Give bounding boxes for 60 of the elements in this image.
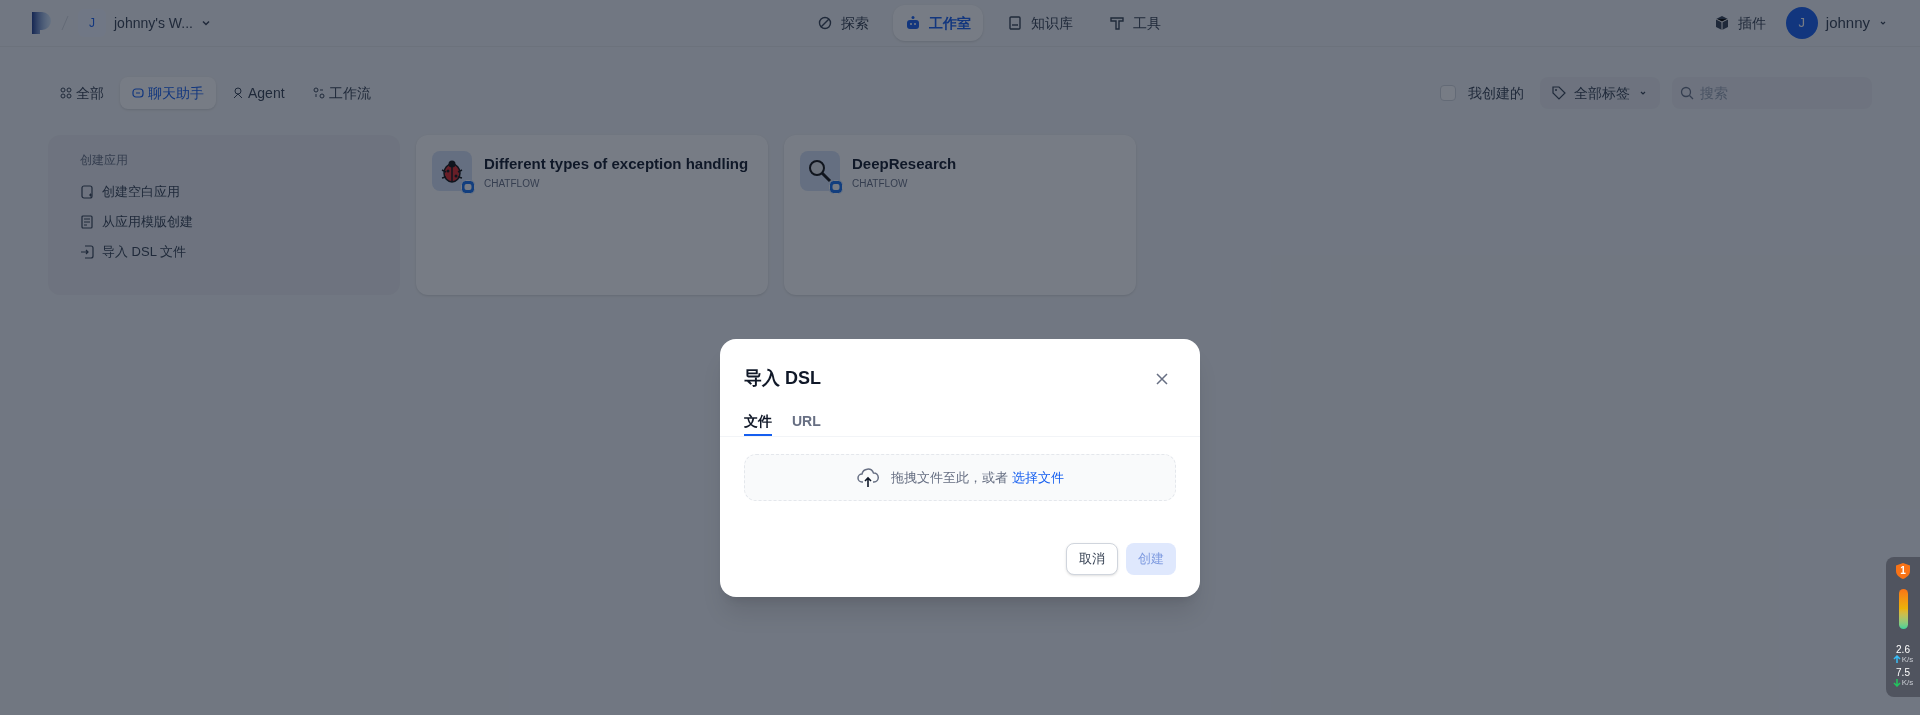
document-icon xyxy=(80,215,94,229)
book-icon xyxy=(1007,15,1023,31)
ladybug-icon xyxy=(439,158,465,184)
filter-tab[interactable]: 聊天助手 xyxy=(120,77,216,109)
user-avatar: J xyxy=(1785,7,1818,39)
nav-tab[interactable]: 工作室 xyxy=(893,5,983,41)
grid-icon xyxy=(60,87,72,99)
chevron-down-icon xyxy=(200,18,211,28)
chat-badge-icon xyxy=(829,180,843,194)
speed-value: 2.6 xyxy=(1896,645,1910,655)
dropzone-text: 拖拽文件至此，或者 xyxy=(890,468,1008,487)
checkbox-label: 我创建的 xyxy=(1468,83,1524,103)
gauge-bar xyxy=(1898,589,1908,629)
workspace-selector[interactable]: J johnny's W... xyxy=(78,9,211,37)
file-plus-icon xyxy=(80,185,94,199)
dialog-tab[interactable]: 文件 xyxy=(744,408,772,436)
nav-tab[interactable]: 知识库 xyxy=(995,5,1085,41)
file-dropzone[interactable]: 拖拽文件至此，或者 选择文件 xyxy=(744,454,1176,501)
app-mode: CHATFLOW xyxy=(484,176,541,191)
filter-tab[interactable]: Agent xyxy=(220,77,297,109)
upload-cloud-icon xyxy=(856,467,879,488)
filter-tab[interactable]: 全部 xyxy=(48,77,116,109)
choose-file-link[interactable]: 选择文件 xyxy=(1011,467,1064,488)
workflow-icon xyxy=(312,87,325,99)
workspace-name: johnny's W... xyxy=(114,13,193,33)
dialog-title: 导入 DSL xyxy=(744,367,821,390)
speed-value: 7.5 xyxy=(1896,668,1910,678)
nav-tab[interactable]: 探索 xyxy=(805,5,881,41)
filter-tab[interactable]: 工作流 xyxy=(300,77,383,109)
app-name: DeepResearch xyxy=(852,154,957,174)
user-menu[interactable]: J johnny xyxy=(1785,7,1888,39)
speed-unit: K/s xyxy=(1901,655,1914,664)
dialog-tab[interactable]: URL xyxy=(792,408,821,436)
app-mode: CHATFLOW xyxy=(852,176,909,191)
create-option[interactable]: 导入 DSL 文件 xyxy=(80,237,187,267)
chat-icon xyxy=(132,87,144,99)
shield-count: 1 xyxy=(1900,566,1906,576)
tags-dropdown[interactable]: 全部标签 xyxy=(1540,77,1660,109)
user-name: johnny xyxy=(1825,12,1870,33)
chat-badge-icon xyxy=(461,180,475,194)
import-icon xyxy=(80,245,94,259)
down-arrow-icon xyxy=(1892,678,1901,687)
nav-tab[interactable]: 工具 xyxy=(1097,5,1173,41)
cube-icon xyxy=(1713,15,1730,31)
robot-icon xyxy=(905,15,921,31)
tag-icon xyxy=(1552,86,1566,100)
cancel-button[interactable]: 取消 xyxy=(1066,543,1118,575)
up-arrow-icon xyxy=(1892,655,1901,664)
magnifier-icon xyxy=(807,158,833,184)
create-option[interactable]: 从应用模版创建 xyxy=(80,207,193,237)
plugins-button[interactable]: 插件 xyxy=(1713,12,1766,34)
create-option[interactable]: 创建空白应用 xyxy=(80,177,180,207)
app-card[interactable]: Different types of exception handling CHATFLOW xyxy=(416,135,768,295)
speed-unit: K/s xyxy=(1901,678,1914,687)
shield-icon xyxy=(1896,563,1910,579)
agent-icon xyxy=(232,87,244,99)
close-icon xyxy=(1156,372,1168,385)
logo-icon xyxy=(32,12,52,34)
app-card[interactable]: DeepResearch CHATFLOW xyxy=(784,135,1136,295)
app-name: Different types of exception handling xyxy=(484,154,749,174)
